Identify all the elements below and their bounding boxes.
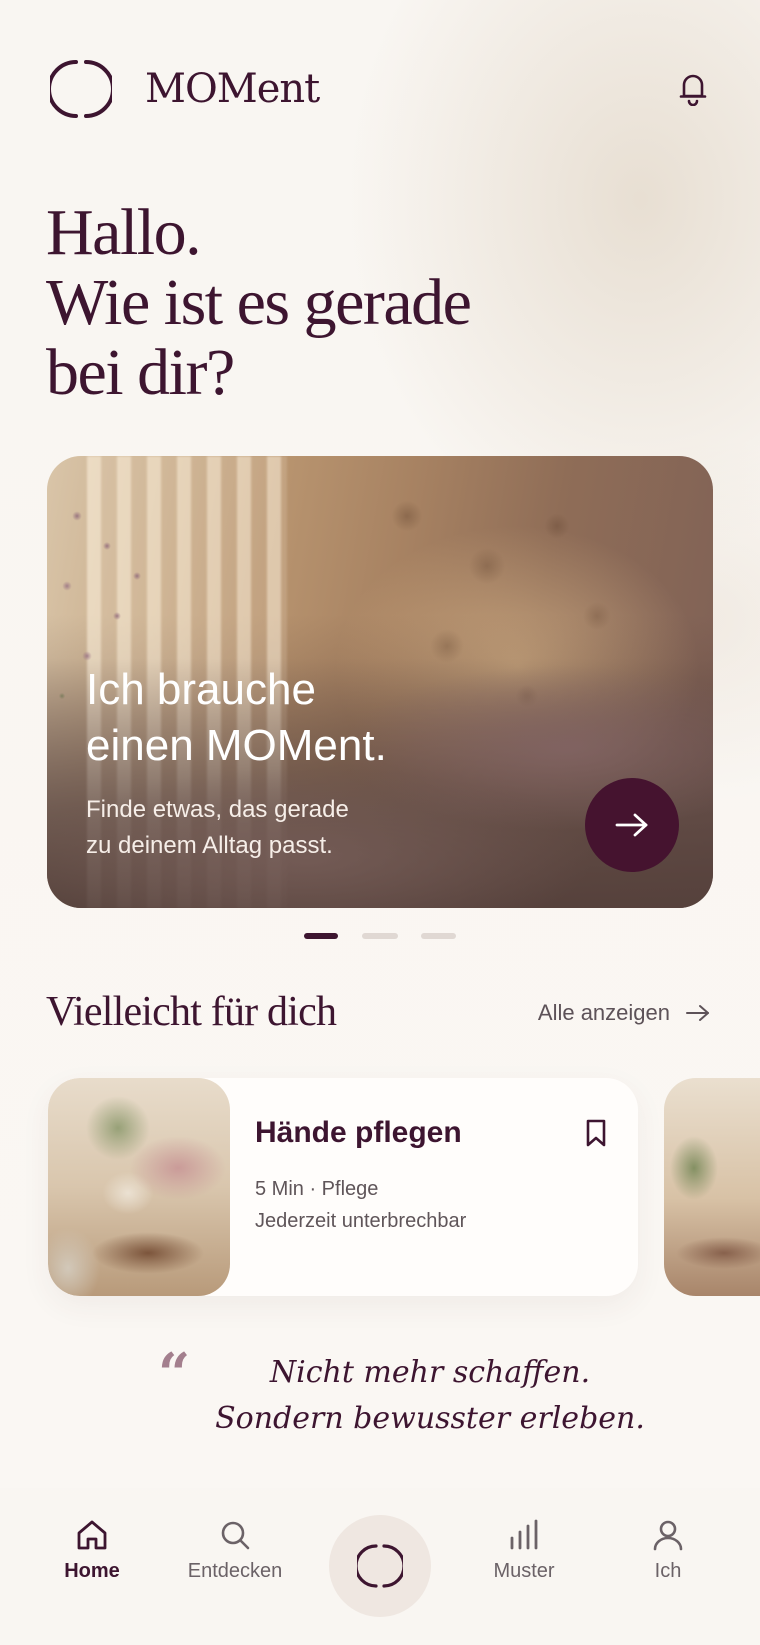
hero-title: Ich brauche einen MOMent. [86, 662, 506, 774]
nav-item-me[interactable]: Ich [608, 1518, 728, 1608]
nav-label-me: Ich [654, 1560, 682, 1582]
see-all-label: Alle anzeigen [537, 1000, 670, 1025]
home-screen: MOMent Hallo. Wie ist es gerade bei dir?… [0, 0, 760, 1645]
nav-label-home: Home [64, 1560, 120, 1582]
nav-label-patterns: Muster [493, 1560, 555, 1582]
bar-chart-icon [510, 1519, 538, 1550]
app-name: MOMent [145, 66, 320, 112]
carousel-dot[interactable] [362, 933, 398, 939]
hero-title-line: einen MOMent. [86, 721, 387, 770]
see-all-link[interactable]: Alle anzeigen [538, 998, 710, 1028]
hero-subtitle: Finde etwas, das gerade zu deinem Alltag… [86, 792, 426, 864]
arrow-right-icon [686, 1005, 709, 1021]
circle-brackets-icon [357, 1544, 403, 1588]
app-header: MOMent [50, 56, 710, 120]
greeting-line: Hallo. [46, 196, 202, 269]
carousel-indicator [304, 933, 456, 939]
bookmark-icon[interactable] [584, 1118, 608, 1148]
arrow-right-icon [615, 813, 648, 837]
recommendation-card[interactable]: Hände pflegen 5 Min · Pflege Jederzeit u… [48, 1078, 638, 1296]
recommendation-card-next[interactable] [664, 1078, 760, 1296]
greeting-line: bei dir? [46, 336, 235, 409]
carousel-dot[interactable] [421, 933, 456, 939]
hero-title-line: Ich brauche [86, 665, 316, 714]
nav-item-patterns[interactable]: Muster [464, 1518, 584, 1608]
quote-line: Nicht mehr schaffen. [269, 1355, 591, 1390]
hero-subtitle-line: zu deinem Alltag passt. [86, 832, 333, 859]
search-icon [221, 1521, 250, 1550]
hero-card[interactable]: Ich brauche einen MOMent. Finde etwas, d… [47, 456, 713, 908]
home-icon [77, 1520, 107, 1550]
section-title: Vielleicht für dich [46, 989, 337, 1035]
hero-start-button[interactable] [585, 778, 679, 872]
bell-icon[interactable] [676, 70, 710, 106]
nav-item-moment[interactable] [329, 1515, 431, 1617]
user-icon [653, 1520, 683, 1551]
quote-line: Sondern bewusster erleben. [215, 1401, 645, 1436]
recommendation-meta: 5 Min · Pflege [255, 1178, 379, 1200]
recommendation-note: Jederzeit unterbrechbar [255, 1210, 467, 1232]
circle-brackets-icon [50, 60, 112, 118]
greeting-heading: Hallo. Wie ist es gerade bei dir? [46, 198, 606, 408]
nav-label-discover: Entdecken [187, 1560, 283, 1582]
quote-mark: “ [158, 1341, 191, 1407]
hero-subtitle-line: Finde etwas, das gerade [86, 796, 349, 823]
bottom-navigation: Home Entdecken Muster Ich [0, 1488, 760, 1645]
recommendation-image [48, 1078, 230, 1296]
carousel-dot-active[interactable] [304, 933, 338, 939]
nav-item-home[interactable]: Home [32, 1518, 152, 1608]
recommendation-title: Hände pflegen [255, 1116, 462, 1149]
quote-text: Nicht mehr schaffen. Sondern bewusster e… [200, 1350, 660, 1442]
greeting-line: Wie ist es gerade [46, 266, 472, 339]
nav-item-discover[interactable]: Entdecken [175, 1518, 295, 1608]
